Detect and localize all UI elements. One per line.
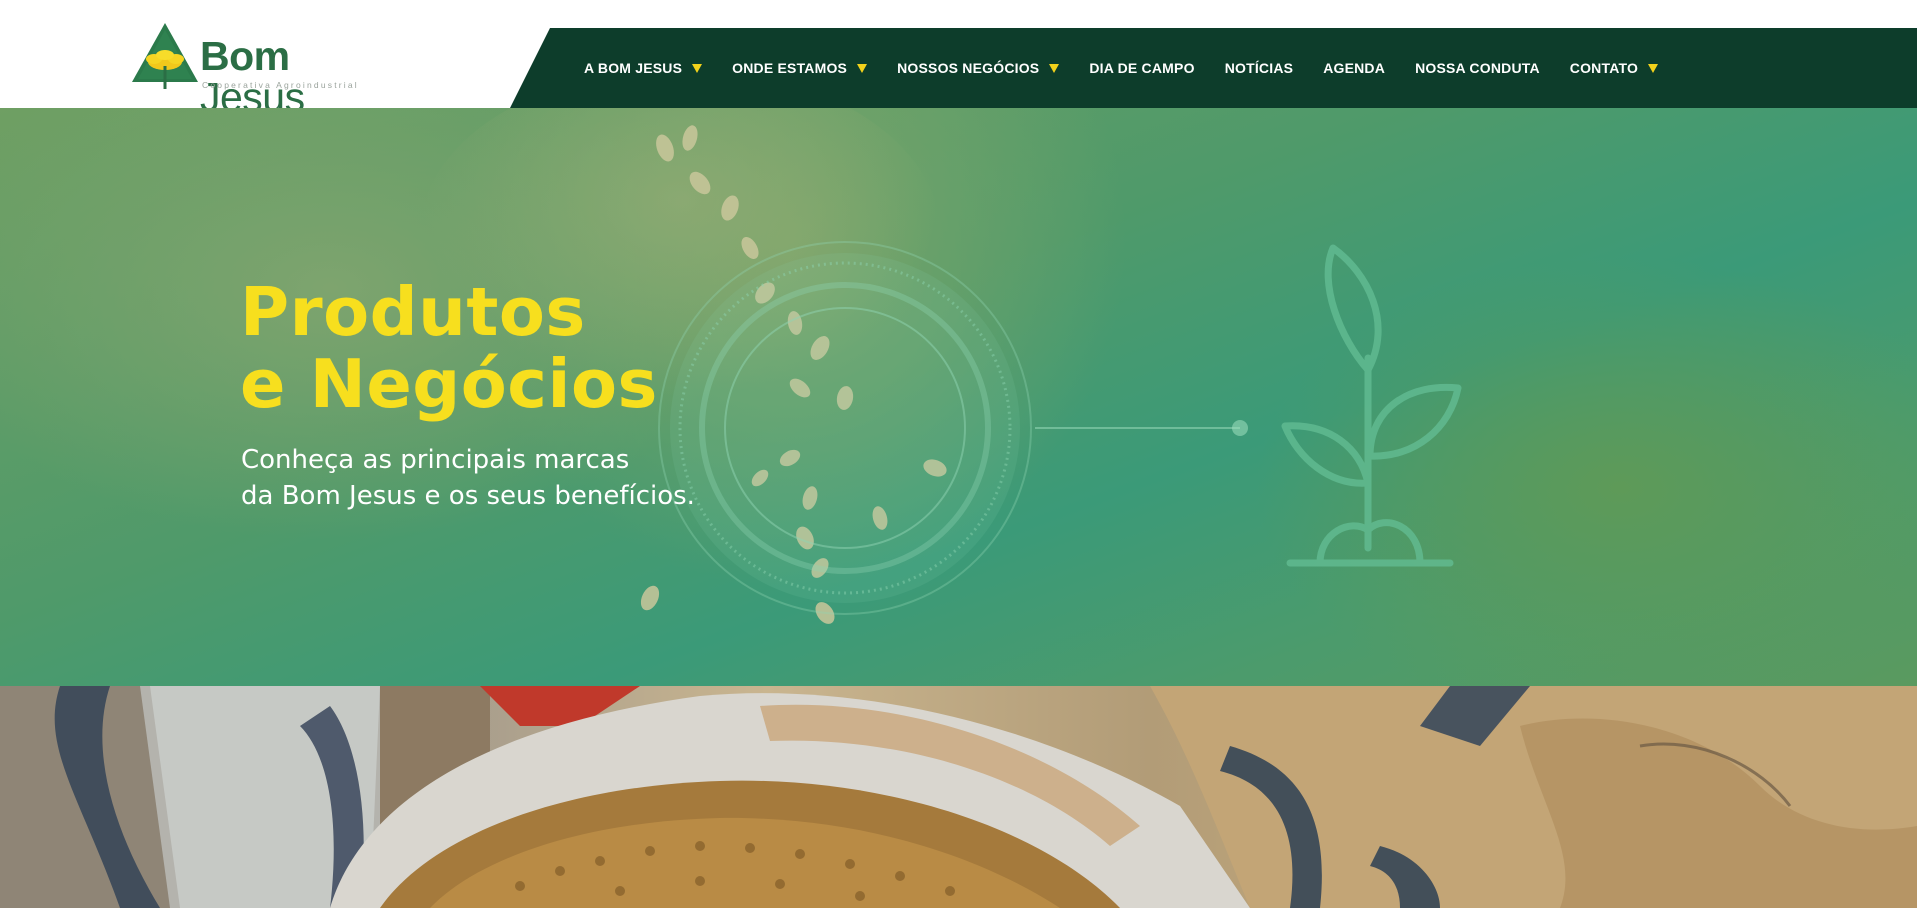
site-header: Bom Jesus Cooperativa Agroindustrial A B…	[0, 0, 1917, 118]
logo-word-bom: Bom	[200, 33, 290, 79]
nav-item-nossos-negocios[interactable]: NOSSOS NEGÓCIOS	[897, 60, 1060, 76]
caret-down-icon	[857, 63, 868, 73]
nav-item-label: NOSSA CONDUTA	[1415, 60, 1540, 76]
nav-item-agenda[interactable]: AGENDA	[1323, 60, 1385, 76]
caret-down-icon	[692, 63, 703, 73]
hero-title-line2: e Negócios	[240, 345, 658, 423]
nav-item-label: DIA DE CAMPO	[1089, 60, 1195, 76]
plant-sprout-icon	[1281, 244, 1462, 567]
araucaria-tree-icon	[132, 23, 198, 89]
main-nav: A BOM JESUS ONDE ESTAMOS NOSSOS NEGÓCIOS…	[584, 28, 1688, 108]
nav-item-label: ONDE ESTAMOS	[732, 60, 848, 76]
nav-item-contato[interactable]: CONTATO	[1569, 60, 1659, 76]
product-photo-section	[0, 686, 1917, 908]
logo-tagline: Cooperativa Agroindustrial	[202, 80, 359, 90]
hero-title-line1: Produtos	[240, 273, 586, 351]
nav-item-label: AGENDA	[1323, 60, 1386, 76]
nav-item-label: A BOM JESUS	[584, 60, 683, 76]
logo-wordmark: Bom Jesus	[200, 36, 380, 118]
hero-subtitle: Conheça as principais marcas da Bom Jesu…	[241, 442, 695, 514]
caret-down-icon	[1648, 63, 1659, 73]
nav-item-label: NOSSOS NEGÓCIOS	[897, 60, 1040, 76]
hero-subtitle-line2: da Bom Jesus e os seus benefícios.	[241, 481, 695, 511]
nav-item-noticias[interactable]: NOTÍCIAS	[1225, 60, 1294, 76]
nav-item-nossa-conduta[interactable]: NOSSA CONDUTA	[1415, 60, 1540, 76]
nav-item-label: NOTÍCIAS	[1224, 60, 1294, 76]
nav-item-dia-de-campo[interactable]: DIA DE CAMPO	[1089, 60, 1194, 76]
logo[interactable]: Bom Jesus Cooperativa Agroindustrial	[130, 22, 380, 118]
hero-banner: Produtos e Negócios Conheça as principai…	[0, 108, 1917, 686]
nav-item-a-bom-jesus[interactable]: A BOM JESUS	[584, 60, 703, 76]
feed-bags-photo	[0, 686, 1917, 908]
caret-down-icon	[1049, 63, 1060, 73]
hero-title: Produtos e Negócios	[240, 276, 658, 420]
nav-item-onde-estamos[interactable]: ONDE ESTAMOS	[732, 60, 868, 76]
hero-subtitle-line1: Conheça as principais marcas	[241, 445, 630, 475]
nav-item-label: CONTATO	[1569, 60, 1639, 76]
